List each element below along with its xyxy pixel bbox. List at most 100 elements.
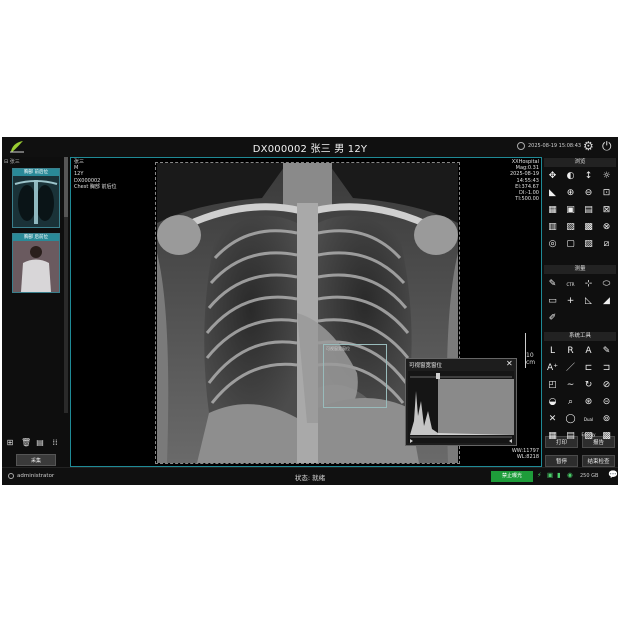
disk-space: 250 GB — [580, 473, 599, 479]
browse-tool-icon-0[interactable]: ✥ — [545, 169, 560, 184]
scrollbar-thumb[interactable] — [64, 157, 68, 217]
exposure-disabled-badge[interactable]: 禁止曝光 — [491, 471, 533, 482]
generator-icon: ⚡ — [537, 471, 542, 479]
browse-tool-icon-16[interactable]: ◎ — [545, 237, 560, 252]
scale-ruler-label: 10 cm — [526, 352, 536, 366]
browse-tool-icon-18[interactable]: ▨ — [581, 237, 596, 252]
patient-title: DX000002 张三 男 12Y — [252, 144, 368, 155]
browse-tool-icon-14[interactable]: ▩ — [581, 220, 596, 235]
chest-xray-thumbnail — [13, 176, 59, 227]
browse-tool-icon-3[interactable]: ☼ — [599, 169, 614, 184]
system-tool-icon-19[interactable]: ⊚ — [599, 412, 614, 427]
system-tool-icon-22[interactable]: ▧ — [581, 429, 596, 444]
target-index: TI:500.00 — [515, 196, 539, 203]
browse-tool-icon-10[interactable]: ▤ — [581, 203, 596, 218]
top-bar: DX000002 张三 男 12Y 2025-08-19 15:08:43 ⚙ … — [2, 137, 618, 157]
system-tool-icon-11[interactable]: ⊘ — [599, 378, 614, 393]
pause-button[interactable]: 暂停 — [545, 455, 578, 467]
system-tool-icon-17[interactable]: ◯ — [563, 412, 578, 427]
message-icon[interactable]: 💬 — [608, 470, 618, 479]
study-tree-label: 张三 — [9, 159, 20, 165]
system-tool-icon-23[interactable]: ▩ — [599, 429, 614, 444]
section-browse: 浏览 — [544, 158, 616, 167]
image-viewer[interactable]: 张三 M 12Y DX000002 Chest 胸部 前后位 XXHospita… — [70, 157, 542, 467]
system-tool-icon-21[interactable]: ▤ — [563, 429, 578, 444]
system-tool-icon-7[interactable]: ⊐ — [599, 361, 614, 376]
browse-tool-icon-19[interactable]: ⧄ — [599, 237, 614, 252]
collect-button[interactable]: 采集 — [16, 454, 56, 466]
finish-exam-button[interactable]: 结束检查 — [582, 455, 615, 467]
study-panel: ⊟ 张三 胸部 前后位 胸部 后前位 ⊞ 🗑 ▤ ⁞⁞ 采集 — [2, 157, 70, 467]
measure-tool-icon-4[interactable]: ▭ — [545, 294, 560, 309]
browse-tool-icon-4[interactable]: ◣ — [545, 186, 560, 201]
system-tool-icon-5[interactable]: ／ — [563, 361, 578, 376]
system-tool-icon-9[interactable]: ∼ — [563, 378, 578, 393]
thumbnail-label: 胸部 后前位 — [13, 234, 59, 241]
system-tool-icon-3[interactable]: ✎ — [599, 344, 614, 359]
add-icon[interactable]: ⊞ — [6, 439, 14, 447]
measure-tool-icon-6[interactable]: ◺ — [581, 294, 596, 309]
clock-icon — [517, 142, 525, 150]
measure-tool-icon-2[interactable]: ⊹ — [581, 277, 596, 292]
browse-tool-icon-13[interactable]: ▧ — [563, 220, 578, 235]
window-level: WL:8218 — [516, 454, 539, 461]
link-icon: ◉ — [567, 471, 573, 479]
browse-tool-icon-8[interactable]: ▦ — [545, 203, 560, 218]
system-tool-icon-15[interactable]: ⊝ — [599, 395, 614, 410]
system-tool-icon-0[interactable]: L — [545, 344, 560, 359]
browse-tool-icon-5[interactable]: ⊕ — [563, 186, 578, 201]
tool-panel: 浏览 测量 系统工具 打印 报告 暂停 结束检查 ✥ ◐ ↕ ☼ ◣ ⊕ ⊖ ⊡ ▦ ▣ ▤ ⊠ ▥ ▧ ▩… — [542, 157, 618, 485]
window-level-histogram-dialog[interactable]: 可视窗宽窗位 ✕ — [405, 358, 517, 446]
browse-tool-icon-2[interactable]: ↕ — [581, 169, 596, 184]
browse-tool-icon-11[interactable]: ⊠ — [599, 203, 614, 218]
system-tool-icon-4[interactable]: A⁺ — [545, 361, 560, 376]
browse-tool-icon-17[interactable]: ▢ — [563, 237, 578, 252]
exposure-info-overlay: XXHospital Mag:0.31 2025-08-19 14:55:43 … — [71, 159, 539, 202]
study-tree-node[interactable]: ⊟ 张三 — [4, 158, 20, 165]
histogram-title: 可视窗宽窗位 — [409, 363, 443, 369]
system-tool-icon-1[interactable]: R — [563, 344, 578, 359]
patient-photo-thumbnail — [13, 241, 59, 292]
system-tool-icon-18[interactable]: Dual Energy — [581, 412, 596, 437]
battery-icon: ▮ — [557, 471, 561, 479]
system-tool-icon-6[interactable]: ⊏ — [581, 361, 596, 376]
detector-icon: ▣ — [547, 471, 554, 479]
close-icon[interactable]: ✕ — [506, 359, 513, 368]
thumbnail-chest-ap[interactable]: 胸部 前后位 — [12, 168, 60, 228]
grid-icon[interactable]: ⁞⁞ — [51, 439, 59, 447]
system-tool-icon-20[interactable]: ▦ — [545, 429, 560, 444]
measure-tool-icon-5[interactable]: + — [563, 294, 578, 309]
datetime: 2025-08-19 15:08:43 — [528, 143, 582, 149]
measure-tool-icon-0[interactable]: ✎ — [545, 277, 560, 292]
thumbnail-label: 胸部 前后位 — [13, 169, 59, 176]
section-system-tools: 系统工具 — [544, 332, 616, 341]
delete-icon[interactable]: 🗑 — [21, 439, 31, 447]
histogram-plot[interactable] — [408, 371, 514, 443]
browse-tool-icon-7[interactable]: ⊡ — [599, 186, 614, 201]
system-tool-icon-13[interactable]: ⌕ — [563, 395, 578, 410]
film-icon[interactable]: ▤ — [36, 439, 44, 447]
histogram-handle[interactable] — [436, 373, 440, 379]
measure-tool-icon-7[interactable]: ◢ — [599, 294, 614, 309]
measure-tool-icon-8[interactable]: ✐ — [545, 311, 560, 326]
thumbnail-chest-pa[interactable]: 胸部 后前位 — [12, 233, 60, 293]
system-tool-icon-12[interactable]: ◒ — [545, 395, 560, 410]
roi-rectangle[interactable]: 可视窗宽窗位 — [323, 344, 387, 408]
window-level-overlay: WW:11797 WL:8218 — [71, 448, 539, 460]
measure-tool-icon-3[interactable]: ⬭ — [599, 277, 614, 292]
power-icon[interactable]: ⏻ — [602, 139, 612, 153]
measure-tool-icon-1[interactable]: CTR — [563, 277, 578, 292]
gear-icon[interactable]: ⚙ — [583, 139, 594, 153]
system-tool-icon-16[interactable]: ✕ — [545, 412, 560, 427]
browse-tool-icon-1[interactable]: ◐ — [563, 169, 578, 184]
browse-tool-icon-12[interactable]: ▥ — [545, 220, 560, 235]
browse-tool-icon-9[interactable]: ▣ — [563, 203, 578, 218]
browse-tool-icon-6[interactable]: ⊖ — [581, 186, 596, 201]
system-tool-icon-8[interactable]: ◰ — [545, 378, 560, 393]
system-tool-icon-2[interactable]: A — [581, 344, 596, 359]
browse-tool-icon-15[interactable]: ⊗ — [599, 220, 614, 235]
roi-label: 可视窗宽窗位 — [326, 346, 350, 351]
app-window: DX000002 张三 男 12Y 2025-08-19 15:08:43 ⚙ … — [2, 137, 618, 485]
system-tool-icon-14[interactable]: ⊛ — [581, 395, 596, 410]
system-tool-icon-10[interactable]: ↻ — [581, 378, 596, 393]
